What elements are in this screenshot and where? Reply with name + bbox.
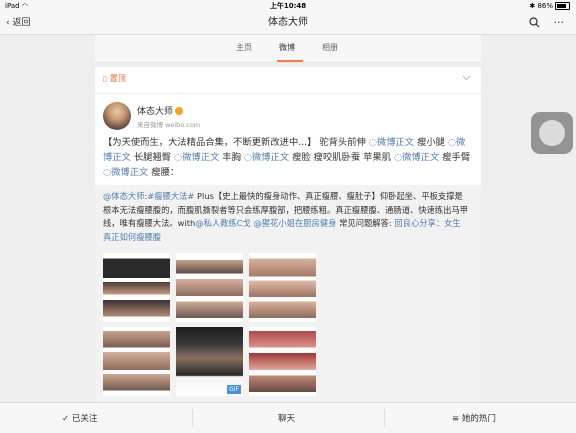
image-thumbnail[interactable] (249, 327, 316, 396)
checkmark-icon: ✓ (62, 414, 72, 424)
search-icon[interactable] (529, 17, 540, 28)
author-name[interactable]: 体态大师 (137, 104, 184, 117)
assistive-touch-button[interactable] (531, 112, 573, 154)
inline-link[interactable]: ◌微博正文 (244, 152, 289, 163)
text-run: 瘦小腿 (414, 137, 448, 148)
inline-link[interactable]: #瘦腰大法# (147, 191, 194, 201)
gif-badge: GIF (227, 385, 241, 394)
status-bar: iPad ◠ 上午10:48 ✱ 86% (0, 0, 576, 12)
navigation-bar: ‹ 返回 体态大师 ··· (0, 12, 576, 35)
divider (384, 409, 385, 427)
divider (192, 409, 193, 427)
inline-link[interactable]: @私人教练C戈 (195, 218, 251, 228)
chevron-down-icon[interactable] (462, 75, 471, 81)
text-run: 常见问题解答: (336, 218, 395, 229)
battery-icon (555, 2, 570, 10)
her-hot-button[interactable]: ≡ 她的热门 (452, 412, 496, 424)
page-title: 体态大师 (268, 17, 308, 28)
text-run: 【为天使而生，大法精品合集，不断更新改进中...】 驼背头前伸 (103, 137, 369, 148)
clock: 上午10:48 (269, 2, 307, 10)
avatar[interactable] (103, 102, 131, 130)
image-thumbnail[interactable] (103, 327, 170, 396)
pin-icon: ▯ (103, 75, 107, 83)
inline-link[interactable]: ◌微博正文 (103, 167, 148, 178)
image-thumbnail[interactable] (249, 253, 316, 322)
menu-icon: ≡ (452, 414, 462, 424)
inline-link[interactable]: ◌微博正文 (394, 152, 439, 163)
tab-weibo[interactable]: 微博 (279, 42, 295, 53)
inline-link[interactable]: ◌微博正文 (369, 137, 414, 148)
text-run: 丰胸 (219, 152, 244, 163)
verified-badge-icon (175, 107, 184, 115)
active-tab-indicator (277, 60, 303, 62)
profile-tabs: 主页 微博 相册 (95, 35, 481, 63)
tab-home[interactable]: 主页 (236, 42, 252, 53)
post-text: 【为天使而生，大法精品合集，不断更新改进中...】 驼背头前伸 ◌微博正文 瘦小… (103, 135, 473, 180)
repost-block[interactable]: @体态大师:#瘦腰大法# Plus【史上最快的瘦身动作、真正瘦腰、瘦肚子】仰卧起… (95, 185, 481, 402)
bottom-toolbar: ✓ 已关注 聊天 ≡ 她的热门 (0, 402, 576, 433)
image-thumbnail[interactable] (103, 253, 170, 322)
text-run: 长腿翘臀 (130, 152, 175, 163)
repost-text: @体态大师:#瘦腰大法# Plus【史上最快的瘦身动作、真正瘦腰、瘦肚子】仰卧起… (103, 190, 469, 244)
image-thumbnail[interactable] (176, 253, 243, 322)
post-card: ▯ 置顶 体态大师 来自微博 weibo.com 【为天使而生，大法精品合集，不断… (95, 67, 481, 402)
tab-album[interactable]: 相册 (322, 42, 338, 53)
inline-link[interactable]: ◌微博正文 (174, 152, 219, 163)
more-icon[interactable]: ··· (554, 16, 565, 29)
text-run: 瘦腰： (148, 167, 180, 178)
text-run: 瘦脸 瘦咬肌卧蚕 苹果肌 (289, 152, 394, 163)
inline-link[interactable]: @猩花小姐在厨房健身 (254, 218, 337, 228)
image-thumbnail[interactable]: GIF (176, 327, 243, 396)
followed-button[interactable]: ✓ 已关注 (62, 412, 97, 424)
chat-button[interactable]: 聊天 (278, 412, 295, 424)
battery-status: ✱ 86% (529, 0, 570, 12)
pinned-label: ▯ 置顶 (103, 74, 126, 83)
inline-link[interactable]: @体态大师 (103, 191, 145, 201)
divider (95, 93, 481, 94)
post-source: 来自微博 weibo.com (137, 121, 201, 129)
text-run: 瘦手臂 (439, 152, 471, 163)
